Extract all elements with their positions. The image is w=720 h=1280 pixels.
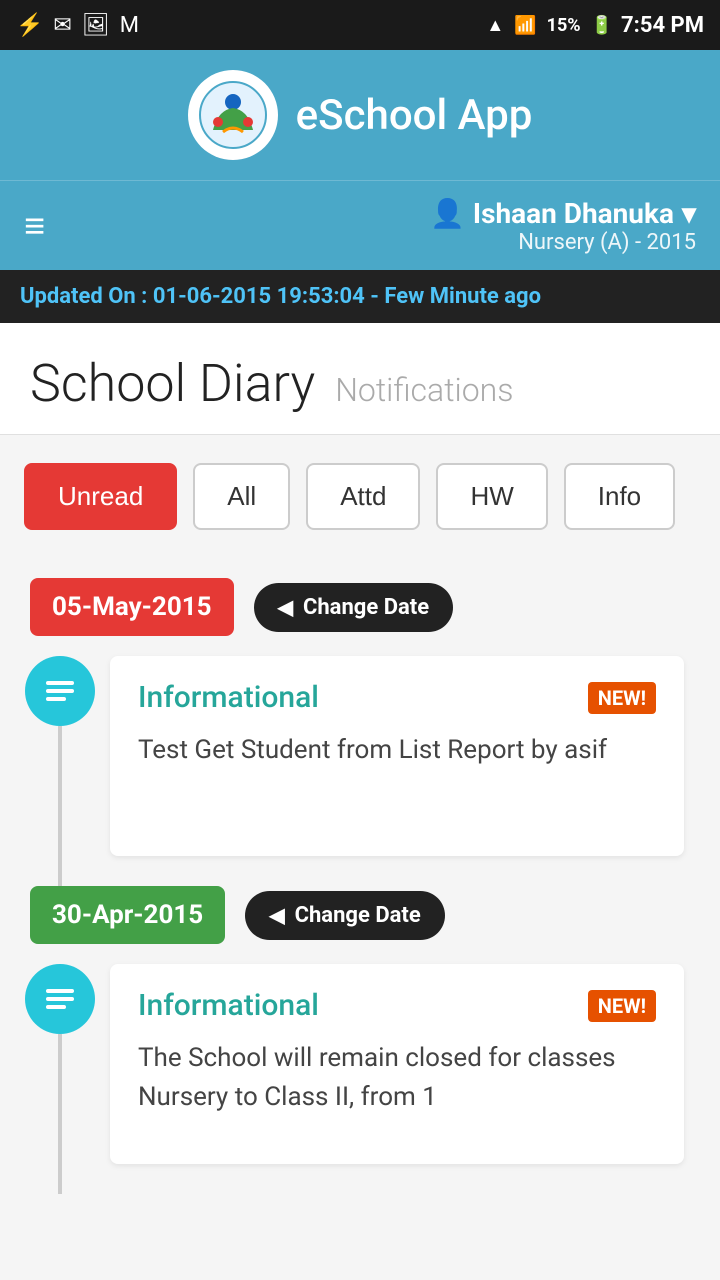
card-content-1: Test Get Student from List Report by asi… <box>138 731 656 770</box>
app-header: eSchool App <box>0 50 720 180</box>
tab-info[interactable]: Info <box>564 463 675 530</box>
update-banner: Updated On : 01-06-2015 19:53:04 - Few M… <box>0 270 720 323</box>
diary-card-1: Informational NEW! Test Get Student from… <box>110 656 684 856</box>
update-label: Updated On : <box>20 284 147 309</box>
tab-hw[interactable]: HW <box>436 463 547 530</box>
app-logo <box>188 70 278 160</box>
mail-icon: ✉ <box>53 13 71 38</box>
diary-card-2: Informational NEW! The School will remai… <box>110 964 684 1164</box>
image-icon: 🖼 <box>82 13 110 38</box>
card-content-2: The School will remain closed for classe… <box>138 1039 656 1117</box>
dropdown-icon: ▾ <box>682 197 696 230</box>
date-badge-1: 05-May-2015 <box>30 578 234 636</box>
timeline-row-1: Informational NEW! Test Get Student from… <box>20 656 700 886</box>
signal-icon: 📶 <box>514 15 536 36</box>
status-right-icons: ▲ 📶 15% 🔋 7:54 PM <box>486 13 704 38</box>
battery-level: 15% <box>547 15 581 36</box>
update-ago: - Few Minute ago <box>370 284 541 309</box>
page-title: School Diary <box>30 353 315 414</box>
tab-unread[interactable]: Unread <box>24 463 177 530</box>
wifi-icon: ▲ <box>486 15 504 36</box>
update-datetime: 01-06-2015 19:53:04 <box>153 284 365 309</box>
user-icon: 👤 <box>430 197 465 230</box>
user-class: Nursery (A) - 2015 <box>430 230 696 255</box>
timeline-icon-1 <box>25 656 95 726</box>
card-type-1: Informational <box>138 680 319 715</box>
card-header-1: Informational NEW! <box>138 680 656 715</box>
timeline-left-1 <box>20 656 100 886</box>
tab-all[interactable]: All <box>193 463 290 530</box>
change-date-button-2[interactable]: Change Date <box>245 891 445 940</box>
date-row-2: 30-Apr-2015 Change Date <box>20 886 700 944</box>
user-info[interactable]: 👤 Ishaan Dhanuka ▾ Nursery (A) - 2015 <box>430 197 696 255</box>
filter-tabs: Unread All Attd HW Info <box>0 435 720 558</box>
page-header: School Diary Notifications <box>0 323 720 435</box>
app-title: eSchool App <box>296 91 533 140</box>
date-row-1: 05-May-2015 Change Date <box>20 578 700 636</box>
nav-bar: ≡ 👤 Ishaan Dhanuka ▾ Nursery (A) - 2015 <box>0 180 720 270</box>
tab-attd[interactable]: Attd <box>306 463 420 530</box>
gmail-icon: M <box>120 13 139 38</box>
new-badge-1: NEW! <box>588 682 656 714</box>
card-header-2: Informational NEW! <box>138 988 656 1023</box>
battery-icon: 🔋 <box>591 15 613 36</box>
timeline-line-1 <box>58 726 62 886</box>
hamburger-menu[interactable]: ≡ <box>24 205 45 247</box>
timeline: 05-May-2015 Change Date Informational NE… <box>0 558 720 1194</box>
status-bar: ⚡ ✉ 🖼 M ▲ 📶 15% 🔋 7:54 PM <box>0 0 720 50</box>
date-badge-2: 30-Apr-2015 <box>30 886 225 944</box>
user-name: 👤 Ishaan Dhanuka ▾ <box>430 197 696 230</box>
timeline-line-2 <box>58 1034 62 1194</box>
change-date-button-1[interactable]: Change Date <box>254 583 454 632</box>
page-subtitle: Notifications <box>335 371 513 409</box>
new-badge-2: NEW! <box>588 990 656 1022</box>
status-left-icons: ⚡ ✉ 🖼 M <box>16 13 139 38</box>
timeline-row-2: Informational NEW! The School will remai… <box>20 964 700 1194</box>
card-type-2: Informational <box>138 988 319 1023</box>
status-time: 7:54 PM <box>621 13 704 38</box>
timeline-left-2 <box>20 964 100 1194</box>
timeline-icon-2 <box>25 964 95 1034</box>
usb-icon: ⚡ <box>16 13 43 38</box>
